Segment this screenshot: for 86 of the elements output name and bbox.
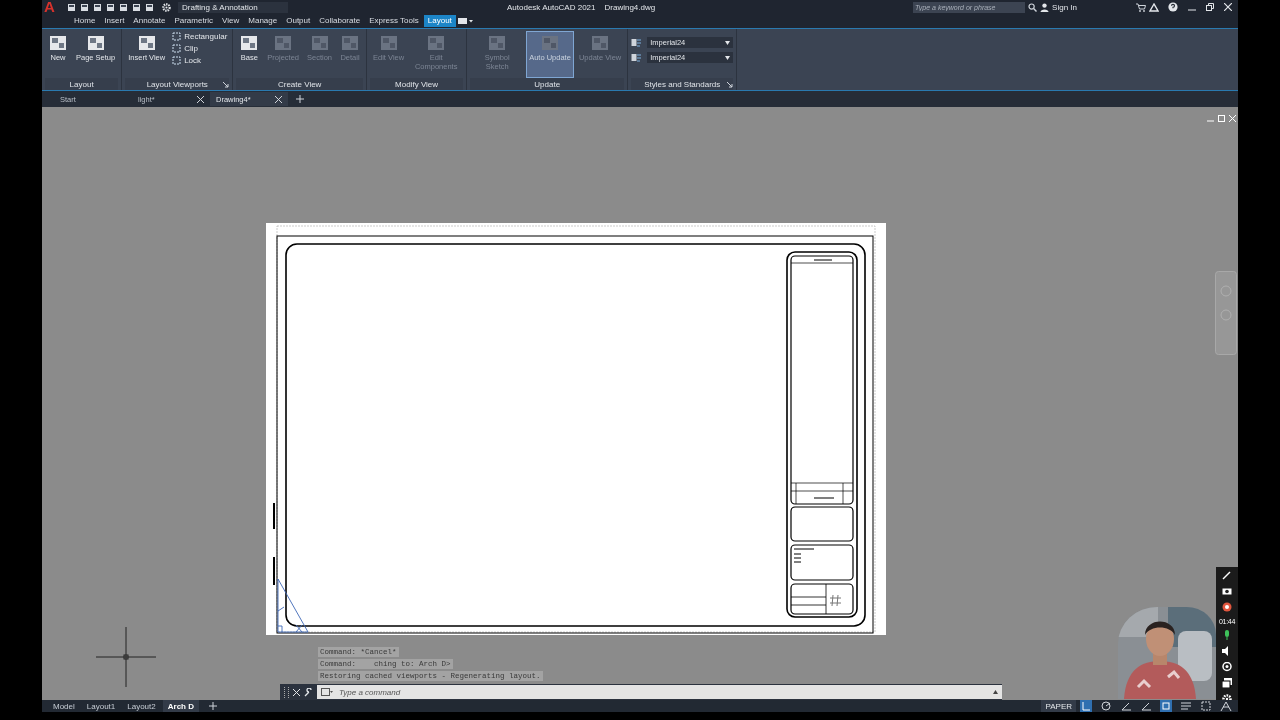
selection-cycling-icon[interactable] bbox=[1200, 700, 1212, 712]
pen-icon[interactable] bbox=[1222, 569, 1232, 580]
caret-icon bbox=[725, 55, 731, 60]
style-icon bbox=[631, 38, 642, 47]
window-title: Autodesk AutoCAD 2021 bbox=[507, 2, 596, 12]
ribbon-tab[interactable]: Collaborate bbox=[315, 15, 365, 27]
window-layout-icon bbox=[85, 33, 106, 53]
sheet-tab[interactable]: Model bbox=[48, 700, 80, 712]
restore-icon[interactable] bbox=[1206, 3, 1214, 11]
quick-access-icon[interactable] bbox=[119, 2, 128, 12]
window-layout-icon bbox=[136, 33, 157, 53]
panel-title: Create View bbox=[277, 79, 322, 89]
annotation-scale-icon[interactable] bbox=[1220, 700, 1232, 712]
ribbon-small-button[interactable]: Lock bbox=[170, 55, 230, 66]
command-line-field[interactable]: Type a command bbox=[317, 685, 1002, 699]
sheet-tab[interactable]: Layout2 bbox=[122, 700, 161, 712]
lineweight-icon[interactable] bbox=[1180, 700, 1192, 712]
paper-space-button[interactable]: PAPER bbox=[1041, 700, 1076, 712]
window-layout-icon bbox=[309, 33, 330, 53]
command-menu-icon[interactable] bbox=[321, 688, 333, 696]
record-icon[interactable] bbox=[1222, 601, 1232, 612]
cart-icon[interactable] bbox=[1136, 2, 1146, 12]
user-icon bbox=[1040, 2, 1050, 12]
gear-icon bbox=[162, 2, 171, 12]
screens-icon[interactable] bbox=[1222, 678, 1232, 689]
ribbon-tab[interactable]: Parametric bbox=[170, 15, 218, 27]
panel-title: Styles and Standards bbox=[644, 79, 721, 89]
panel-toggle-icon[interactable] bbox=[456, 17, 473, 25]
dialog-launcher-icon[interactable] bbox=[223, 82, 230, 88]
window-layout-icon bbox=[540, 33, 560, 53]
close-icon[interactable] bbox=[275, 95, 282, 103]
sheet-tab[interactable]: Layout1 bbox=[81, 700, 121, 712]
quick-access-icon[interactable] bbox=[80, 2, 89, 12]
close-icon[interactable] bbox=[1224, 3, 1232, 11]
ucs-icon bbox=[277, 578, 309, 633]
window-layout-icon bbox=[378, 33, 399, 53]
selection-toggle-icon[interactable] bbox=[1160, 700, 1172, 712]
window-layout-icon bbox=[239, 33, 260, 53]
ribbon-small-button[interactable]: Clip bbox=[170, 43, 230, 54]
add-icon[interactable] bbox=[296, 95, 304, 103]
file-name: Drawing4.dwg bbox=[604, 2, 656, 12]
microphone-icon[interactable] bbox=[1222, 630, 1232, 641]
ribbon-tab[interactable]: Express Tools bbox=[365, 15, 423, 27]
window-layout-icon bbox=[426, 33, 447, 53]
panel-title: Layout Viewports bbox=[146, 79, 208, 89]
panel-title: Modify View bbox=[395, 79, 439, 89]
panel-title: Update bbox=[534, 79, 561, 89]
angle-icon[interactable] bbox=[1140, 700, 1152, 712]
add-icon[interactable] bbox=[208, 702, 217, 710]
close-icon[interactable] bbox=[197, 95, 204, 103]
ribbon-tab[interactable]: Output bbox=[282, 15, 315, 27]
close-icon[interactable] bbox=[293, 688, 300, 696]
window-layout-icon bbox=[487, 33, 508, 53]
polar-tracking-icon[interactable] bbox=[1100, 700, 1112, 712]
panel-title: Layout bbox=[69, 79, 94, 89]
wrench-icon[interactable] bbox=[304, 687, 313, 697]
ribbon-small-button[interactable]: Rectangular bbox=[170, 31, 230, 42]
window-layout-icon bbox=[340, 33, 361, 53]
webcam-icon[interactable] bbox=[1222, 662, 1232, 673]
search-icon[interactable] bbox=[1028, 2, 1038, 12]
style-icon bbox=[631, 53, 642, 62]
sign-in-button[interactable]: Sign In bbox=[1052, 2, 1077, 12]
ribbon-tab[interactable]: Manage bbox=[244, 15, 282, 27]
quick-access-icon[interactable] bbox=[106, 2, 115, 12]
caret-icon bbox=[725, 40, 731, 45]
grid-toggle-icon[interactable] bbox=[1080, 700, 1092, 712]
quick-access-icon[interactable] bbox=[132, 2, 141, 12]
ribbon-tab[interactable]: Layout bbox=[423, 15, 456, 27]
quick-access-icon[interactable] bbox=[145, 2, 154, 12]
ribbon-tab[interactable]: Insert bbox=[100, 15, 129, 27]
ribbon-tab[interactable]: Home bbox=[70, 15, 100, 27]
angle-icon[interactable] bbox=[1120, 700, 1132, 712]
crosshair-cursor-icon bbox=[96, 627, 156, 687]
workspace-dropdown[interactable]: Drafting & Annotation bbox=[178, 1, 288, 13]
ribbon-tab[interactable]: Annotate bbox=[129, 15, 170, 27]
quick-access-icon[interactable] bbox=[67, 2, 76, 12]
help-icon[interactable] bbox=[1168, 2, 1178, 12]
window-layout-icon bbox=[273, 33, 294, 53]
dialog-launcher-icon[interactable] bbox=[727, 82, 734, 88]
ribbon-tab[interactable]: View bbox=[218, 15, 244, 27]
window-layout-icon bbox=[590, 33, 611, 53]
quick-access-icon[interactable] bbox=[93, 2, 102, 12]
window-layout-icon bbox=[48, 33, 68, 53]
triangle-network-icon[interactable] bbox=[1149, 2, 1159, 12]
settings-icon[interactable] bbox=[1222, 693, 1232, 700]
sheet-tab[interactable]: Arch D bbox=[162, 700, 199, 712]
